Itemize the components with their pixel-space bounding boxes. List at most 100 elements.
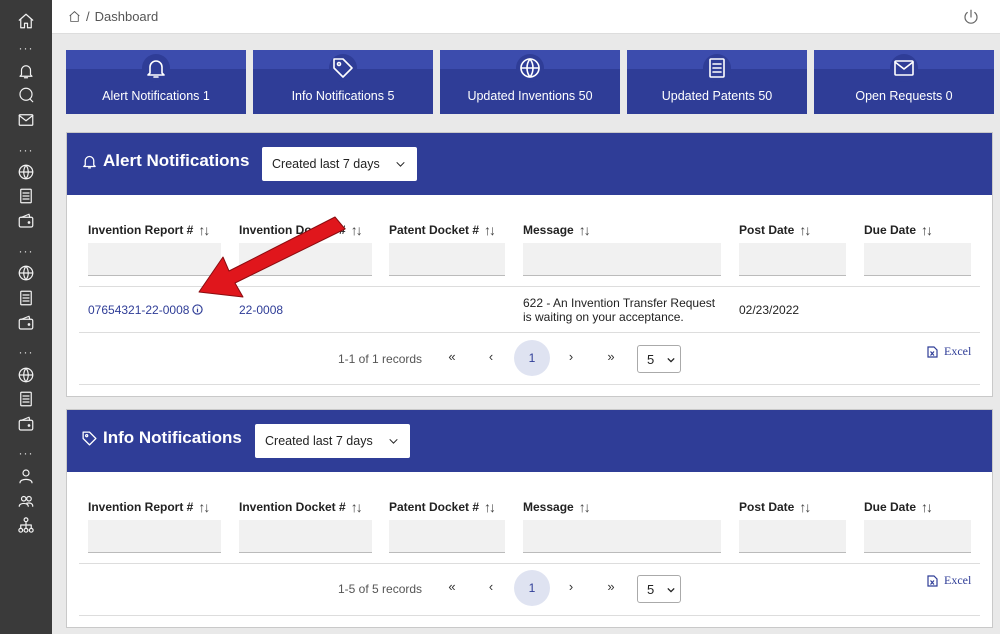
next-page-button[interactable]: › <box>561 579 581 594</box>
filter-invention-docket-input[interactable] <box>239 520 372 553</box>
date-filter-dropdown[interactable]: Created last 7 days <box>255 424 410 458</box>
next-page-button[interactable]: › <box>561 349 581 364</box>
filter-post-date-input[interactable] <box>739 520 846 553</box>
sort-icon[interactable]: ↑↓ <box>484 499 496 515</box>
message-line: 622 - An Invention Transfer Request <box>523 296 716 310</box>
column-header-invention-report[interactable]: Invention Report # ↑↓ <box>88 499 210 515</box>
home-icon[interactable] <box>68 10 81 23</box>
first-page-button[interactable]: « <box>442 349 462 364</box>
column-header-post-date[interactable]: Post Date ↑↓ <box>739 499 811 515</box>
sort-icon[interactable]: ↑↓ <box>921 222 933 238</box>
row-divider <box>79 384 980 385</box>
records-count: 1-5 of 5 records <box>338 582 423 596</box>
message-line: is waiting on your acceptance. <box>523 310 684 324</box>
filter-invention-docket-input[interactable] <box>239 243 372 276</box>
info-icon[interactable] <box>192 304 204 315</box>
row-divider <box>79 286 980 287</box>
filter-patent-docket-input[interactable] <box>389 243 505 276</box>
tile-info-notifications[interactable]: Info Notifications 5 <box>253 50 433 114</box>
chevron-down-icon <box>396 161 405 167</box>
tile-updated-patents[interactable]: Updated Patents 50 <box>627 50 807 114</box>
tile-alert-notifications[interactable]: Alert Notifications 1 <box>66 50 246 114</box>
user-icon[interactable] <box>16 466 36 486</box>
sort-icon[interactable]: ↑↓ <box>921 499 933 515</box>
previous-page-button[interactable]: ‹ <box>481 579 501 594</box>
export-excel-button[interactable]: Excel <box>927 344 971 359</box>
sort-icon[interactable]: ↑↓ <box>198 499 210 515</box>
wallet-icon[interactable] <box>16 211 36 231</box>
sort-icon[interactable]: ↑↓ <box>799 222 811 238</box>
invention-docket-link[interactable]: 22-0008 <box>239 303 283 317</box>
sort-icon[interactable]: ↑↓ <box>198 222 210 238</box>
filter-message-input[interactable] <box>523 520 721 553</box>
last-page-button[interactable]: » <box>601 579 621 594</box>
column-header-invention-docket[interactable]: Invention Docket # ↑↓ <box>239 222 363 238</box>
panel-title: Info Notifications <box>81 428 242 448</box>
document-icon[interactable] <box>16 288 36 308</box>
column-label: Due Date <box>864 500 917 514</box>
filter-post-date-input[interactable] <box>739 243 846 276</box>
sort-icon[interactable]: ↑↓ <box>351 222 363 238</box>
bell-icon <box>142 54 170 82</box>
column-header-patent-docket[interactable]: Patent Docket # ↑↓ <box>389 222 496 238</box>
filter-patent-docket-input[interactable] <box>389 520 505 553</box>
wallet-icon[interactable] <box>16 313 36 333</box>
sort-icon[interactable]: ↑↓ <box>351 499 363 515</box>
column-header-due-date[interactable]: Due Date ↑↓ <box>864 222 933 238</box>
filter-message-input[interactable] <box>523 243 721 276</box>
home-icon[interactable] <box>16 11 36 31</box>
date-filter-dropdown[interactable]: Created last 7 days <box>262 147 417 181</box>
column-header-message[interactable]: Message ↑↓ <box>523 222 591 238</box>
document-icon[interactable] <box>16 389 36 409</box>
envelope-icon[interactable] <box>16 110 36 130</box>
export-excel-label: Excel <box>944 344 972 358</box>
globe-icon[interactable] <box>16 263 36 283</box>
globe-icon[interactable] <box>16 162 36 182</box>
more-dots-icon: ··· <box>18 41 34 55</box>
previous-page-button[interactable]: ‹ <box>481 349 501 364</box>
info-notifications-panel: Info Notifications Created last 7 days I… <box>66 409 993 628</box>
org-chart-icon[interactable] <box>16 515 36 535</box>
column-header-invention-report[interactable]: Invention Report # ↑↓ <box>88 222 210 238</box>
chevron-down-icon <box>389 438 398 444</box>
filter-due-date-input[interactable] <box>864 243 971 276</box>
column-header-post-date[interactable]: Post Date ↑↓ <box>739 222 811 238</box>
last-page-button[interactable]: » <box>601 349 621 364</box>
export-excel-button[interactable]: Excel <box>927 573 971 588</box>
tile-open-requests[interactable]: Open Requests 0 <box>814 50 994 114</box>
bell-icon[interactable] <box>16 61 36 81</box>
power-icon[interactable] <box>962 8 980 26</box>
globe-icon[interactable] <box>16 365 36 385</box>
export-excel-label: Excel <box>944 573 972 587</box>
sort-icon[interactable]: ↑↓ <box>579 222 591 238</box>
document-icon[interactable] <box>16 186 36 206</box>
document-icon <box>703 54 731 82</box>
chat-icon[interactable] <box>16 85 36 105</box>
tile-updated-inventions[interactable]: Updated Inventions 50 <box>440 50 620 114</box>
sort-icon[interactable]: ↑↓ <box>579 499 591 515</box>
tile-label: Updated Inventions 50 <box>467 89 593 103</box>
page-number-button[interactable]: 1 <box>514 570 550 606</box>
column-header-message[interactable]: Message ↑↓ <box>523 499 591 515</box>
page-number-button[interactable]: 1 <box>514 340 550 376</box>
column-header-patent-docket[interactable]: Patent Docket # ↑↓ <box>389 499 496 515</box>
dropdown-value: Created last 7 days <box>272 157 380 171</box>
sort-icon[interactable]: ↑↓ <box>799 499 811 515</box>
column-header-invention-docket[interactable]: Invention Docket # ↑↓ <box>239 499 363 515</box>
wallet-icon[interactable] <box>16 414 36 434</box>
filter-invention-report-input[interactable] <box>88 520 221 553</box>
column-header-due-date[interactable]: Due Date ↑↓ <box>864 499 933 515</box>
post-date-cell: 02/23/2022 <box>739 303 800 317</box>
page-size-select[interactable]: 5 <box>637 575 681 603</box>
chevron-down-icon <box>667 357 675 363</box>
filter-invention-report-input[interactable] <box>88 243 221 276</box>
sort-icon[interactable]: ↑↓ <box>484 222 496 238</box>
page-size-select[interactable]: 5 <box>637 345 681 373</box>
chevron-down-icon <box>667 587 675 593</box>
first-page-button[interactable]: « <box>442 579 462 594</box>
users-icon[interactable] <box>16 491 36 511</box>
page-size-value: 5 <box>647 581 655 597</box>
invention-report-link[interactable]: 07654321-22-0008 <box>88 303 189 317</box>
filter-due-date-input[interactable] <box>864 520 971 553</box>
envelope-icon <box>890 54 918 82</box>
